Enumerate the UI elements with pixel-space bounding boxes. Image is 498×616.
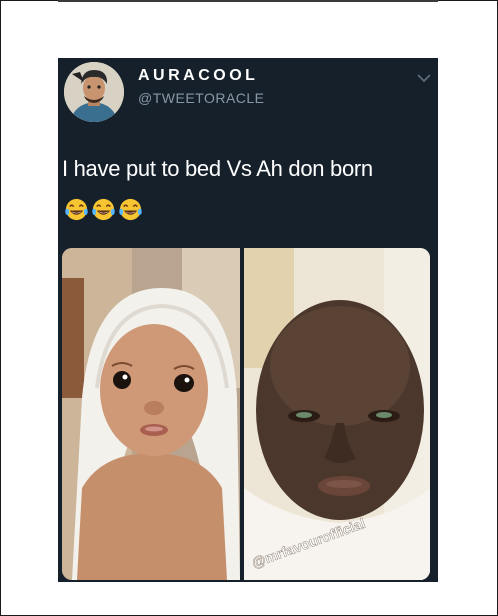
chevron-down-icon[interactable] — [416, 70, 432, 83]
tweet-card[interactable]: AURACOOL @TWEETORACLE I have put to bed … — [58, 58, 438, 582]
display-name[interactable]: AURACOOL — [138, 67, 258, 85]
user-handle[interactable]: @TWEETORACLE — [138, 90, 265, 106]
emoji-row — [64, 197, 143, 223]
avatar[interactable] — [64, 62, 124, 122]
tweet-text: I have put to bed Vs Ah don born — [62, 156, 373, 181]
tweet-media[interactable]: @mrfavourofficial — [62, 248, 430, 580]
baby-doll-photo[interactable]: @mrfavourofficial — [244, 248, 430, 580]
tears-of-joy-emoji-icon — [65, 198, 88, 221]
tears-of-joy-emoji-icon — [92, 198, 115, 221]
tears-of-joy-emoji-icon — [119, 198, 142, 221]
previous-image-edge — [58, 0, 438, 2]
baby-in-towel-photo[interactable] — [62, 248, 240, 580]
